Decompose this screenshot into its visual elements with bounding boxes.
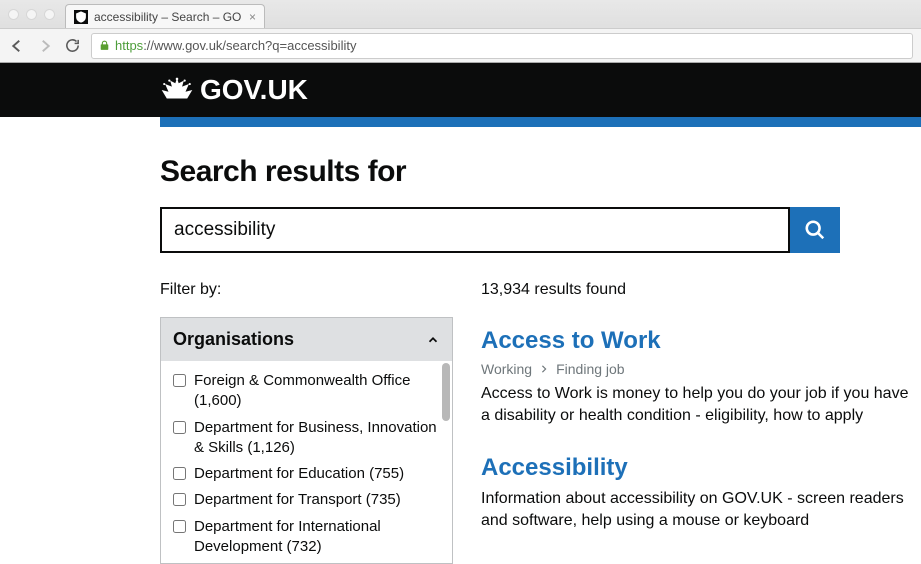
lock-icon bbox=[98, 39, 111, 52]
govuk-logo[interactable]: GOV.UK bbox=[160, 74, 308, 106]
result-title-link[interactable]: Accessibility bbox=[481, 454, 921, 482]
search-result: Accessibility Information about accessib… bbox=[481, 454, 921, 533]
breadcrumb-item[interactable]: Working bbox=[481, 361, 532, 377]
chevron-up-icon bbox=[426, 333, 440, 347]
org-label: Foreign & Commonwealth Office (1,600) bbox=[194, 371, 440, 412]
govuk-wordmark: GOV.UK bbox=[200, 74, 308, 106]
result-description: Information about accessibility on GOV.U… bbox=[481, 488, 921, 533]
blue-bar bbox=[160, 117, 921, 127]
tab-title: accessibility – Search – GO bbox=[94, 10, 243, 24]
scrollbar-thumb[interactable] bbox=[442, 363, 450, 421]
search-button[interactable] bbox=[790, 207, 840, 253]
browser-chrome: accessibility – Search – GO × https://ww… bbox=[0, 0, 921, 63]
org-item[interactable]: Department for Business, Innovation & Sk… bbox=[173, 418, 440, 459]
org-checkbox[interactable] bbox=[173, 421, 186, 434]
govuk-header: GOV.UK bbox=[0, 63, 921, 117]
url-bar[interactable]: https://www.gov.uk/search?q=accessibilit… bbox=[91, 33, 913, 59]
search-input[interactable] bbox=[160, 207, 790, 253]
url-text: https://www.gov.uk/search?q=accessibilit… bbox=[115, 38, 906, 53]
breadcrumb-item[interactable]: Finding job bbox=[556, 361, 625, 377]
org-item[interactable]: Department for Education (755) bbox=[173, 464, 440, 484]
reload-button[interactable] bbox=[64, 37, 81, 54]
org-checkbox[interactable] bbox=[173, 493, 186, 506]
filter-panel-title: Organisations bbox=[173, 329, 294, 350]
back-button[interactable] bbox=[8, 37, 26, 55]
search-result: Access to Work Working Finding job Acces… bbox=[481, 327, 921, 428]
favicon-icon bbox=[74, 10, 88, 24]
url-bar-row: https://www.gov.uk/search?q=accessibilit… bbox=[0, 28, 921, 62]
filter-panel-header[interactable]: Organisations bbox=[161, 318, 452, 361]
org-label: Department for Education (755) bbox=[194, 464, 440, 484]
org-item[interactable]: Foreign & Commonwealth Office (1,600) bbox=[173, 371, 440, 412]
chevron-right-icon bbox=[540, 364, 548, 374]
close-tab-icon[interactable]: × bbox=[249, 10, 256, 24]
browser-tab[interactable]: accessibility – Search – GO × bbox=[65, 4, 265, 28]
org-label: Department for International Development… bbox=[194, 517, 440, 558]
traffic-lights bbox=[8, 9, 65, 20]
org-label: Department for Business, Innovation & Sk… bbox=[194, 418, 440, 459]
zoom-window-icon[interactable] bbox=[44, 9, 55, 20]
search-heading: Search results for bbox=[160, 155, 921, 189]
close-window-icon[interactable] bbox=[8, 9, 19, 20]
crown-icon bbox=[160, 76, 194, 104]
org-label: Department for Transport (735) bbox=[194, 490, 440, 510]
org-checkbox[interactable] bbox=[173, 374, 186, 387]
filter-panel-organisations: Organisations Foreign & Commonwealth Off… bbox=[160, 317, 453, 564]
org-checkbox[interactable] bbox=[173, 520, 186, 533]
tab-bar: accessibility – Search – GO × bbox=[0, 0, 921, 28]
forward-button bbox=[36, 37, 54, 55]
org-item[interactable]: Department for International Development… bbox=[173, 517, 440, 558]
main-content: Search results for Filter by: Organisati… bbox=[0, 127, 921, 564]
search-wrap bbox=[160, 207, 840, 253]
org-checkbox[interactable] bbox=[173, 467, 186, 480]
minimize-window-icon[interactable] bbox=[26, 9, 37, 20]
results-count: 13,934 results found bbox=[481, 281, 921, 299]
org-item[interactable]: Department for Transport (735) bbox=[173, 490, 440, 510]
filter-label: Filter by: bbox=[160, 281, 453, 299]
breadcrumb: Working Finding job bbox=[481, 361, 921, 377]
filter-panel-body: Foreign & Commonwealth Office (1,600) De… bbox=[161, 361, 452, 557]
search-icon bbox=[804, 219, 826, 241]
result-title-link[interactable]: Access to Work bbox=[481, 327, 921, 355]
result-description: Access to Work is money to help you do y… bbox=[481, 383, 921, 428]
